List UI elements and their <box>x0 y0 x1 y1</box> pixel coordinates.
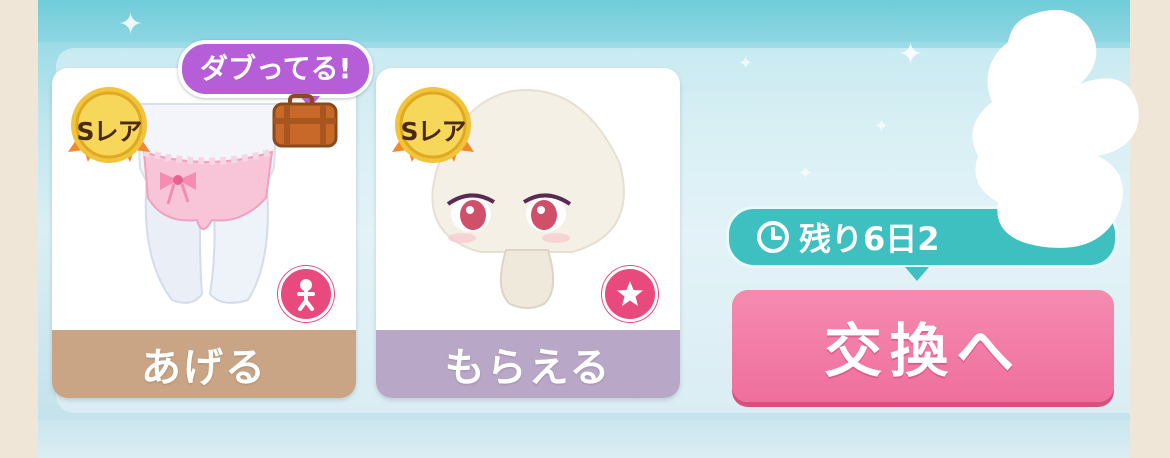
redaction-mark <box>972 9 1139 248</box>
remaining-time-text: 残り6日2 <box>799 220 940 258</box>
receive-label: もらえる <box>376 330 680 398</box>
rarity-badge: Sレア <box>66 82 152 168</box>
rarity-label: Sレア <box>76 117 142 146</box>
sparkle-icon: ✦ <box>738 53 754 74</box>
receive-item-card[interactable]: Sレア もらえる <box>376 68 680 398</box>
bottom-clouds <box>38 420 1130 458</box>
sparkle-icon: ✦ <box>898 37 924 72</box>
exchange-button[interactable]: 交換へ <box>732 290 1114 402</box>
star-icon <box>602 266 658 322</box>
duplicate-tag: ダブってる! <box>178 40 374 108</box>
rarity-label: Sレア <box>400 117 466 146</box>
briefcase-icon <box>272 94 338 148</box>
sparkle-icon: ✦ <box>118 7 144 42</box>
person-icon <box>278 266 334 322</box>
clock-icon <box>757 221 789 253</box>
give-label: あげる <box>52 330 356 398</box>
rarity-badge: Sレア <box>390 82 476 168</box>
sparkle-icon: ✦ <box>874 116 890 137</box>
sparkle-icon: ✦ <box>798 163 814 184</box>
